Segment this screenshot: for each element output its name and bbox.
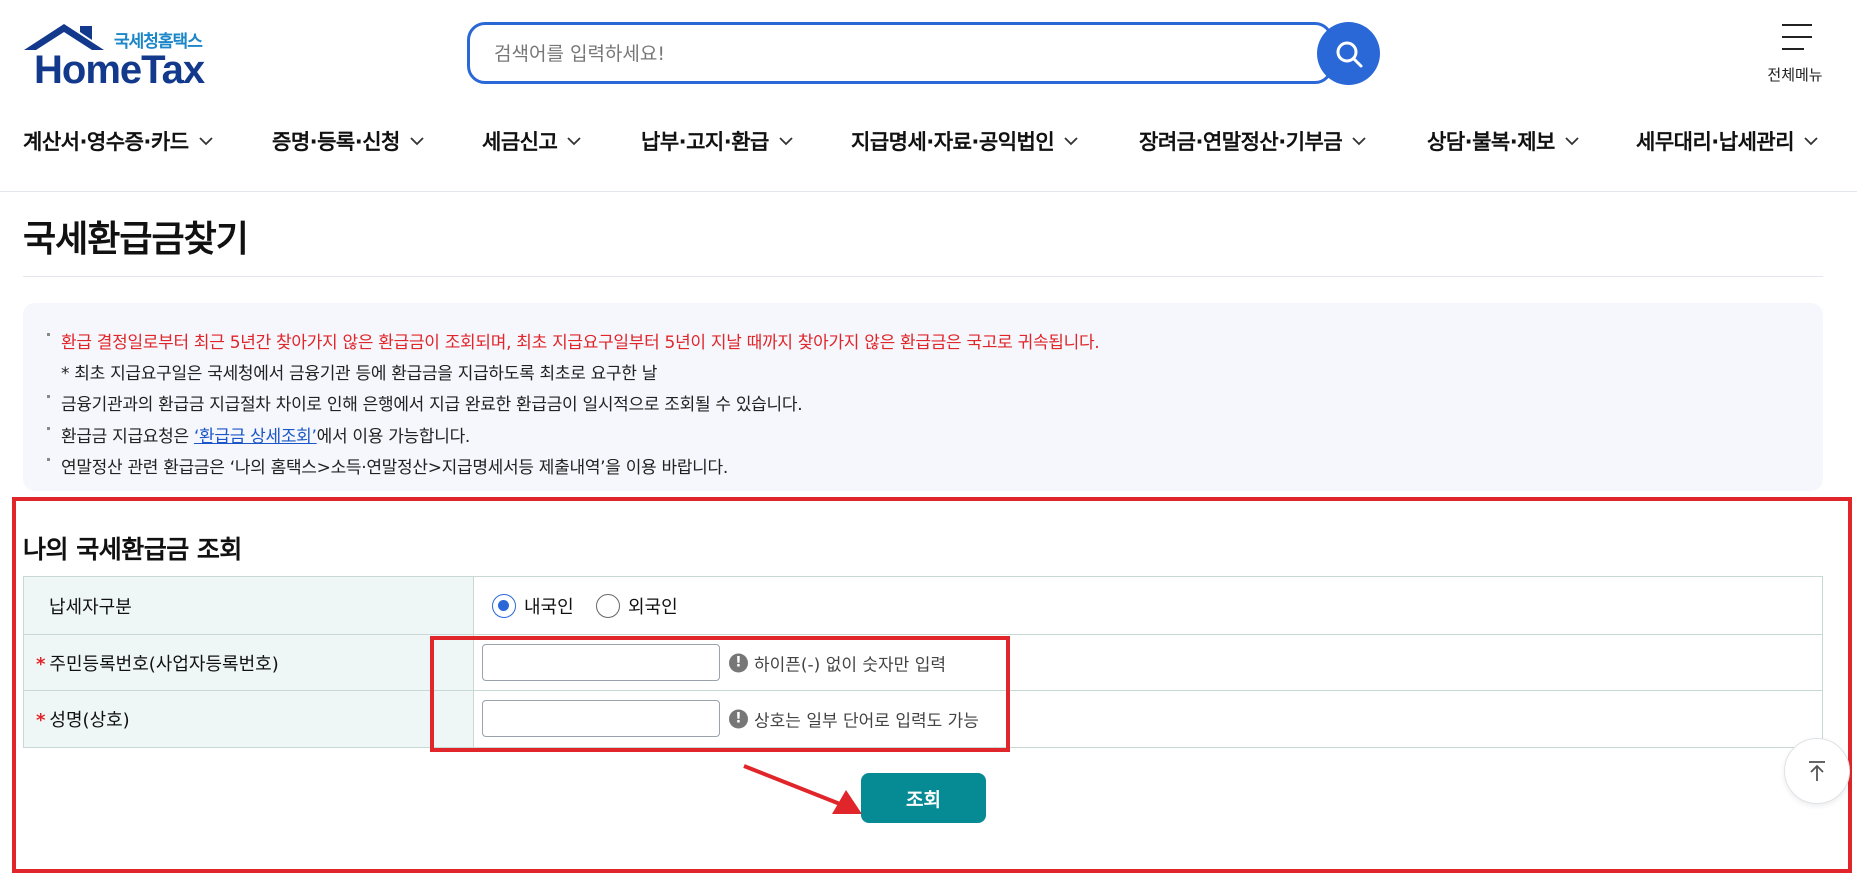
section-title: 나의 국세환급금 조회 (23, 535, 242, 564)
nav-item-consult[interactable]: 상담·불복·제보 (1427, 126, 1581, 156)
radio-foreign[interactable] (596, 593, 620, 618)
nav-item-invoice[interactable]: 계산서·영수증·카드 (23, 126, 215, 156)
chevron-down-icon (1804, 137, 1818, 146)
search-icon (1336, 41, 1362, 67)
required-mark: * (36, 710, 46, 731)
search-bar (467, 22, 1333, 84)
nav-item-tax-report[interactable]: 세금신고 (482, 126, 583, 156)
radio-foreign-label[interactable]: 외국인 (628, 593, 678, 619)
form-row-taxpayer-type: 납세자구분 내국인 외국인 (24, 577, 1822, 635)
chevron-down-icon (198, 137, 213, 146)
refund-detail-link[interactable]: ‘환급금 상세조회’ (194, 427, 317, 447)
site-header: 국세청홈택스 HomeTax 전체메뉴 (0, 0, 1857, 110)
all-menu-label: 전체메뉴 (1767, 66, 1823, 84)
search-button[interactable] (1317, 22, 1380, 85)
page-title: 국세환급금찾기 (23, 219, 249, 260)
chevron-down-icon (779, 137, 793, 146)
nav-item-certificate[interactable]: 증명·등록·신청 (272, 126, 426, 156)
chevron-down-icon (410, 137, 424, 146)
info-icon: ! (729, 653, 748, 672)
all-menu-button[interactable]: 전체메뉴 (1750, 20, 1840, 90)
arrow-up-icon (1809, 761, 1825, 781)
refund-form-table: 납세자구분 내국인 외국인 * 주민등록번호(사업자등록번호) ! 하이픈(-) … (23, 576, 1823, 748)
name-input[interactable] (482, 700, 720, 737)
chevron-down-icon (567, 137, 581, 146)
id-number-hint: 하이픈(-) 없이 숫자만 입력 (754, 655, 947, 675)
radio-domestic[interactable] (492, 593, 516, 618)
hometax-logo[interactable]: 국세청홈택스 HomeTax (22, 22, 222, 92)
notice-subitem: * 최초 지급요구일은 국세청에서 금융기관 등에 환급금을 지급하도록 최초로… (61, 364, 658, 384)
logo-title: HomeTax (34, 48, 205, 92)
hamburger-icon (1782, 24, 1812, 60)
name-label: 성명(상호) (49, 710, 130, 731)
form-row-id-number: * 주민등록번호(사업자등록번호) ! 하이픈(-) 없이 숫자만 입력 (24, 635, 1822, 691)
nav-item-payment[interactable]: 납부·고지·환급 (641, 126, 795, 156)
chevron-down-icon (1565, 137, 1579, 146)
info-icon: ! (729, 709, 748, 729)
name-hint: 상호는 일부 단어로 입력도 가능 (754, 711, 979, 732)
title-divider (23, 276, 1823, 277)
main-nav: 계산서·영수증·카드 증명·등록·신청 세금신고 납부·고지·환급 지급명세·자… (0, 118, 1857, 178)
nav-item-agent[interactable]: 세무대리·납세관리 (1636, 126, 1820, 156)
search-submit-button[interactable]: 조회 (861, 773, 986, 823)
taxpayer-type-label: 납세자구분 (49, 596, 132, 618)
id-number-label: 주민등록번호(사업자등록번호) (49, 653, 279, 675)
form-row-name: * 성명(상호) ! 상호는 일부 단어로 입력도 가능 (24, 691, 1822, 747)
radio-domestic-label[interactable]: 내국인 (524, 593, 574, 619)
nav-divider (0, 191, 1857, 192)
chevron-down-icon (1064, 137, 1078, 146)
notice-box: 환급 결정일로부터 최근 5년간 찾아가지 않은 환급금이 조회되며, 최초 지… (23, 303, 1823, 491)
search-input[interactable] (494, 38, 1274, 70)
id-number-input[interactable] (482, 644, 720, 681)
nav-item-statement[interactable]: 지급명세·자료·공익법인 (851, 126, 1080, 156)
required-mark: * (36, 653, 46, 675)
red-arrow-icon (743, 764, 862, 814)
scroll-top-button[interactable] (1784, 738, 1850, 804)
nav-item-incentive[interactable]: 장려금·연말정산·기부금 (1139, 126, 1368, 156)
chevron-down-icon (1352, 137, 1366, 146)
